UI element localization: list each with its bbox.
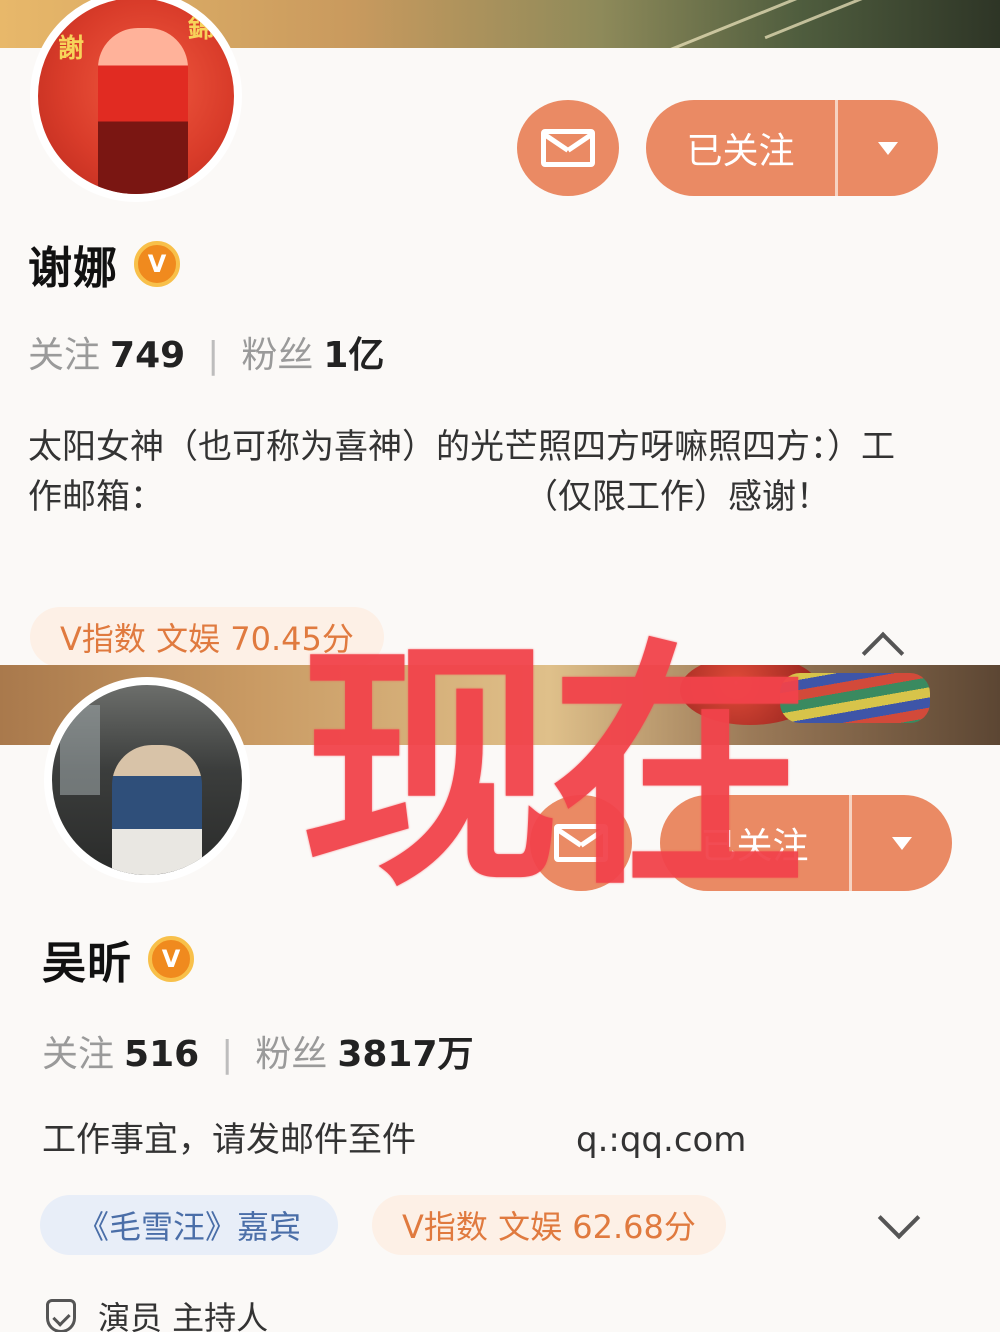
roles-text: 演员 主持人 xyxy=(98,1299,269,1332)
caret-down-icon xyxy=(892,836,912,850)
follow-options-button[interactable] xyxy=(852,795,952,891)
bio-text: q.:qq.com xyxy=(576,1120,747,1160)
profile-name: 吴昕 xyxy=(42,938,132,989)
chevron-up-icon[interactable] xyxy=(861,631,905,665)
banner-decoration xyxy=(780,673,930,723)
banner-decoration xyxy=(764,0,896,40)
fans-count: 3817万 xyxy=(337,1034,474,1075)
profile-bio: 太阳女神（也可称为喜神）的光芒照四方呀嘛照四方：）工作邮箱： （仅限工作）感谢！ xyxy=(28,422,908,522)
avatar[interactable]: 謝 錦 xyxy=(30,0,242,202)
fans-count: 1亿 xyxy=(323,335,385,376)
bio-text: （仅限工作）感谢！ xyxy=(524,477,830,517)
follow-stats: 关注 516 | 粉丝 3817万 xyxy=(42,1025,474,1077)
message-button[interactable] xyxy=(517,100,619,196)
following-count: 516 xyxy=(124,1034,200,1075)
bio-text: 工作事宜，请发邮件至件 xyxy=(42,1120,416,1160)
overlay-caption: 现在 xyxy=(300,619,810,921)
following-label: 关注 xyxy=(42,1034,115,1075)
shield-check-icon xyxy=(46,1299,76,1332)
avatar-background xyxy=(60,705,100,795)
role-row: 演员 主持人 xyxy=(46,1293,268,1332)
avatar-text: 錦 xyxy=(188,14,215,44)
verified-v-icon: V xyxy=(148,936,194,982)
envelope-icon xyxy=(541,129,595,167)
avatar-text: 謝 xyxy=(58,34,85,64)
fans-label: 粉丝 xyxy=(255,1034,328,1075)
stat-separator: | xyxy=(221,1034,234,1075)
following-stat[interactable]: 关注 749 xyxy=(28,326,185,378)
avatar-figure xyxy=(112,745,202,875)
avatar[interactable] xyxy=(44,677,250,883)
v-index-pill[interactable]: V指数 文娱 62.68分 xyxy=(372,1195,726,1255)
following-stat[interactable]: 关注 516 xyxy=(42,1025,199,1077)
profile-name: 谢娜 xyxy=(28,243,118,294)
guest-tag-pill[interactable]: 《毛雪汪》嘉宾 xyxy=(40,1195,338,1255)
profile-bio: 工作事宜，请发邮件至件 q.:qq.com xyxy=(42,1115,942,1165)
follow-button-group: 已关注 xyxy=(646,100,938,196)
followed-button[interactable]: 已关注 xyxy=(646,100,838,196)
follow-stats: 关注 749 | 粉丝 1亿 xyxy=(28,326,384,378)
profile-card-xie-na: 謝 錦 已关注 谢娜 V 关注 749 | 粉丝 1亿 太阳女神（也可称为喜神）的光… xyxy=(0,0,1000,665)
chevron-down-icon[interactable] xyxy=(877,1196,921,1240)
fans-stat[interactable]: 粉丝 3817万 xyxy=(255,1025,473,1077)
verified-v-icon: V xyxy=(134,241,180,287)
fans-label: 粉丝 xyxy=(241,335,314,376)
following-label: 关注 xyxy=(28,335,101,376)
name-row: 吴昕 V xyxy=(42,927,194,991)
stat-separator: | xyxy=(207,335,220,376)
banner-decoration xyxy=(645,0,815,48)
name-row: 谢娜 V xyxy=(28,232,180,296)
follow-options-button[interactable] xyxy=(838,100,938,196)
avatar-figure xyxy=(98,28,188,194)
fans-stat[interactable]: 粉丝 1亿 xyxy=(241,326,384,378)
caret-down-icon xyxy=(878,141,898,155)
following-count: 749 xyxy=(110,335,186,376)
